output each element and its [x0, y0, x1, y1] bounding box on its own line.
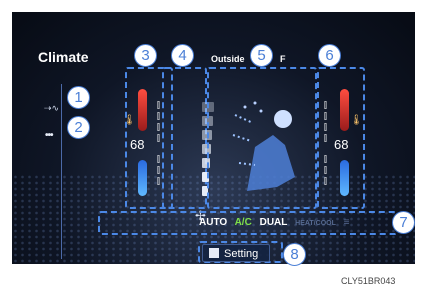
passenger-cool-indicator	[340, 160, 349, 196]
airflow-dot	[259, 109, 263, 113]
climate-screen: Climate Outside F ⇢∿ ••• 🌡 68 ⫿ ⫿ ⫿ ⫿ ⫿ ⫿ ⫿ ✢	[12, 12, 415, 264]
occupant-head	[274, 110, 292, 128]
outside-temp-label: Outside	[211, 54, 245, 64]
callout-8: 8	[283, 243, 306, 266]
passenger-thermometer-icon: 🌡	[350, 115, 363, 126]
setting-button-label: Setting	[224, 248, 259, 260]
driver-heat-indicator	[138, 89, 147, 131]
seat-airflow-graphic	[225, 87, 305, 212]
callout-5: 5	[250, 44, 273, 67]
passenger-temp-value: 68	[334, 137, 349, 152]
occupant-seat	[247, 135, 295, 191]
ac-button[interactable]: A/C	[235, 217, 252, 228]
callout-1: 1	[67, 86, 90, 109]
mode-buttons: AUTO A/C DUAL HEAT/COOL ≡	[199, 217, 354, 228]
outside-temp-unit: F	[280, 54, 286, 64]
callout-2: 2	[67, 116, 90, 139]
extra-mode-button[interactable]: ≡	[344, 217, 350, 228]
more-options-icon[interactable]: •••	[45, 130, 53, 141]
callout-3: 3	[134, 44, 157, 67]
callout-7: 7	[392, 211, 415, 234]
airflow-mode-icon[interactable]: ⇢∿	[44, 103, 59, 114]
dual-button[interactable]: DUAL	[260, 217, 288, 228]
driver-up-arrows[interactable]: ⫿ ⫿ ⫿ ⫿	[157, 100, 160, 144]
page-title: Climate	[38, 49, 89, 65]
callout-6: 6	[318, 44, 341, 67]
airflow-dot	[243, 105, 247, 109]
image-code-label: CLY51BR043	[341, 276, 396, 286]
heat-cool-button[interactable]: HEAT/COOL	[295, 220, 336, 227]
passenger-up-arrows[interactable]: ⫿ ⫿ ⫿ ⫿	[324, 100, 327, 144]
airflow-dot	[253, 101, 257, 105]
driver-thermometer-icon: 🌡	[123, 115, 136, 126]
fan-speed-control[interactable]	[162, 67, 207, 209]
callout-4: 4	[171, 44, 194, 67]
side-divider	[61, 84, 62, 259]
auto-button[interactable]: AUTO	[199, 217, 227, 228]
passenger-down-arrows[interactable]: ⫿ ⫿ ⫿	[324, 154, 327, 187]
setting-button[interactable]: Setting	[202, 244, 270, 262]
driver-temp-value: 68	[130, 137, 145, 152]
passenger-heat-indicator	[340, 89, 349, 131]
airflow-vent-arrows	[232, 114, 256, 166]
driver-down-arrows[interactable]: ⫿ ⫿ ⫿	[157, 154, 160, 187]
driver-cool-indicator	[138, 160, 147, 196]
settings-gear-icon	[209, 248, 219, 258]
